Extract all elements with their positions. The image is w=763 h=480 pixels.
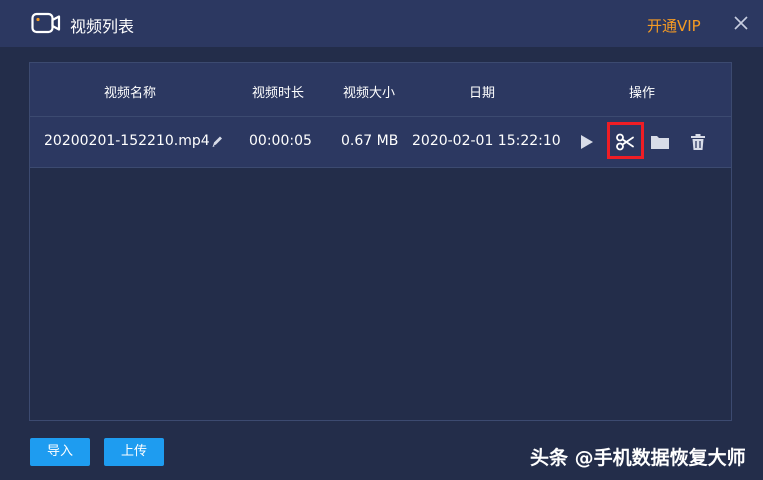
title-bar: 视频列表 开通VIP <box>0 0 763 47</box>
table-row[interactable]: 20200201-152210.mp4 00:00:05 0.67 MB 202… <box>30 117 731 168</box>
close-icon[interactable] <box>733 15 749 31</box>
header-size: 视频大小 <box>342 86 396 101</box>
window-title: 视频列表 <box>70 17 135 36</box>
video-duration: 00:00:05 <box>249 133 312 149</box>
video-camera-icon <box>31 12 61 34</box>
pencil-icon[interactable] <box>210 133 224 149</box>
header-duration: 视频时长 <box>251 86 305 101</box>
video-date: 2020-02-01 15:22:10 <box>412 133 561 149</box>
watermark: 头条 @手机数据恢复大师 <box>530 447 746 469</box>
video-size: 0.67 MB <box>341 133 399 149</box>
header-actions: 操作 <box>628 86 656 101</box>
upload-button[interactable]: 上传 <box>104 438 164 466</box>
vip-link[interactable]: 开通VIP <box>647 15 701 36</box>
table-header: 视频名称 视频时长 视频大小 日期 操作 <box>30 63 731 117</box>
import-button[interactable]: 导入 <box>30 438 90 466</box>
video-table: 视频名称 视频时长 视频大小 日期 操作 20200201-152210.mp4… <box>29 62 732 421</box>
header-video-name: 视频名称 <box>103 86 157 101</box>
folder-icon[interactable] <box>649 131 671 153</box>
video-name: 20200201-152210.mp4 <box>44 133 210 149</box>
play-icon[interactable] <box>575 131 597 153</box>
scissors-icon[interactable] <box>614 131 636 153</box>
header-date: 日期 <box>468 86 496 101</box>
trash-icon[interactable] <box>687 131 709 153</box>
